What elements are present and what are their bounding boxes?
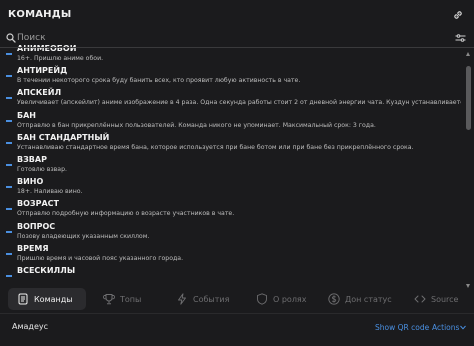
command-name: ВОПРОС xyxy=(17,221,56,231)
command-name: ВОЗРАСТ xyxy=(17,199,59,209)
command-name: ВСЕСКИЛЛЫ xyxy=(17,265,76,275)
list-item[interactable]: ВСЕСКИЛЛЫ xyxy=(0,266,463,288)
tab-events[interactable]: События xyxy=(176,288,229,310)
bot-name: Амадеус xyxy=(12,322,48,331)
bullet-marker xyxy=(6,141,12,144)
scrollbar[interactable] xyxy=(465,52,472,288)
list-item[interactable]: ВОПРОС Позову владеющих указанным скиллом… xyxy=(0,222,463,244)
command-description: Пришлю время и часовой пояс указанного г… xyxy=(17,254,184,262)
command-name: АПСКЕЙЛ xyxy=(17,88,62,98)
tab-label: Топы xyxy=(120,294,142,304)
scroll-up-icon[interactable] xyxy=(466,52,470,56)
list-item[interactable]: ВИНО 18+. Наливаю вино. xyxy=(0,177,463,199)
actions-button[interactable]: Actions xyxy=(432,323,459,332)
command-name: ВИНО xyxy=(17,177,44,187)
dollar-icon xyxy=(328,293,340,305)
command-name: БАН СТАНДАРТНЫЙ xyxy=(17,132,110,142)
list-item[interactable]: БАН Отправлю в бан прикреплённых пользова… xyxy=(0,111,463,133)
tab-tops[interactable]: Топы xyxy=(103,288,141,310)
list-item[interactable]: БАН СТАНДАРТНЫЙ Устанавливаю стандартное … xyxy=(0,133,463,155)
tab-label: События xyxy=(193,294,230,304)
show-qr-button[interactable]: Show QR code xyxy=(375,323,429,332)
scroll-down-icon[interactable] xyxy=(466,284,470,288)
tab-label: О ролях xyxy=(273,294,307,304)
list-item[interactable]: ВРЕМЯ Пришлю время и часовой пояс указанн… xyxy=(0,244,463,266)
tab-source[interactable]: Source xyxy=(414,288,458,310)
command-description: Позову владеющих указанным скиллом. xyxy=(17,232,150,240)
command-description: Увеличивает (апскейлит) аниме изображени… xyxy=(17,99,461,107)
list-item[interactable]: АНТИРЕЙД В течении некоторого срока буду … xyxy=(0,66,463,88)
search-input[interactable] xyxy=(17,31,417,45)
command-name: БАН xyxy=(17,110,36,120)
bullet-marker xyxy=(6,163,12,166)
command-description: Готовлю взвар. xyxy=(17,165,67,173)
command-description: 16+. Пришлю аниме обои. xyxy=(17,55,104,62)
bullet-marker xyxy=(6,208,12,211)
command-description: Отправлю в бан прикреплённых пользовател… xyxy=(17,121,376,129)
scroll-thumb[interactable] xyxy=(466,66,471,130)
page-title: КОМАНДЫ xyxy=(8,9,72,20)
bullet-marker xyxy=(6,97,12,100)
bullet-marker xyxy=(6,230,12,233)
command-name: ВЗВАР xyxy=(17,154,47,164)
bullet-marker xyxy=(6,53,12,55)
search-icon xyxy=(6,33,16,43)
list-item[interactable]: ВОЗРАСТ Отправлю подробную информацию о в… xyxy=(0,199,463,221)
lightning-icon xyxy=(178,293,186,305)
document-icon xyxy=(18,293,28,305)
tab-commands[interactable]: Команды xyxy=(8,288,86,310)
bullet-marker xyxy=(6,75,12,78)
tab-roles[interactable]: О ролях xyxy=(256,288,306,310)
bullet-marker xyxy=(6,119,12,122)
bullet-marker xyxy=(6,274,12,277)
code-icon xyxy=(414,295,426,303)
command-name: АНТИРЕЙД xyxy=(17,66,68,76)
bullet-marker xyxy=(6,186,12,189)
tab-label: Source xyxy=(431,294,459,304)
command-description: В течении некоторого срока буду банить в… xyxy=(17,77,301,85)
command-description: Устанавливаю стандартное время бана, кот… xyxy=(17,143,414,151)
footer-bar: Амадеус Show QR code Actions xyxy=(0,314,474,346)
command-name: АНИМЕОБОИ xyxy=(17,44,77,53)
command-name: ВРЕМЯ xyxy=(17,243,49,253)
tab-don-status[interactable]: Дон статус xyxy=(328,288,392,310)
header-bar: КОМАНДЫ xyxy=(0,0,474,30)
divider xyxy=(0,47,474,48)
sliders-icon[interactable] xyxy=(455,33,466,43)
link-icon[interactable] xyxy=(452,9,464,21)
bullet-marker xyxy=(6,252,12,255)
chevron-down-icon[interactable] xyxy=(460,325,466,330)
list-item[interactable]: АПСКЕЙЛ Увеличивает (апскейлит) аниме изо… xyxy=(0,88,463,110)
trophy-icon xyxy=(103,294,115,305)
tab-label: Команды xyxy=(34,294,73,304)
list-item[interactable]: ВЗВАР Готовлю взвар. xyxy=(0,155,463,177)
command-list[interactable]: АНИМЕОБОИ 16+. Пришлю аниме обои. АНТИРЕЙД… xyxy=(0,44,463,288)
tab-bar: Команды Топы События О ролях Дон статус … xyxy=(8,288,466,310)
command-description: 18+. Наливаю вино. xyxy=(17,188,83,196)
command-description: Отправлю подробную информацию о возрасте… xyxy=(17,210,235,218)
shield-icon xyxy=(257,293,267,305)
tab-label: Дон статус xyxy=(345,294,392,304)
